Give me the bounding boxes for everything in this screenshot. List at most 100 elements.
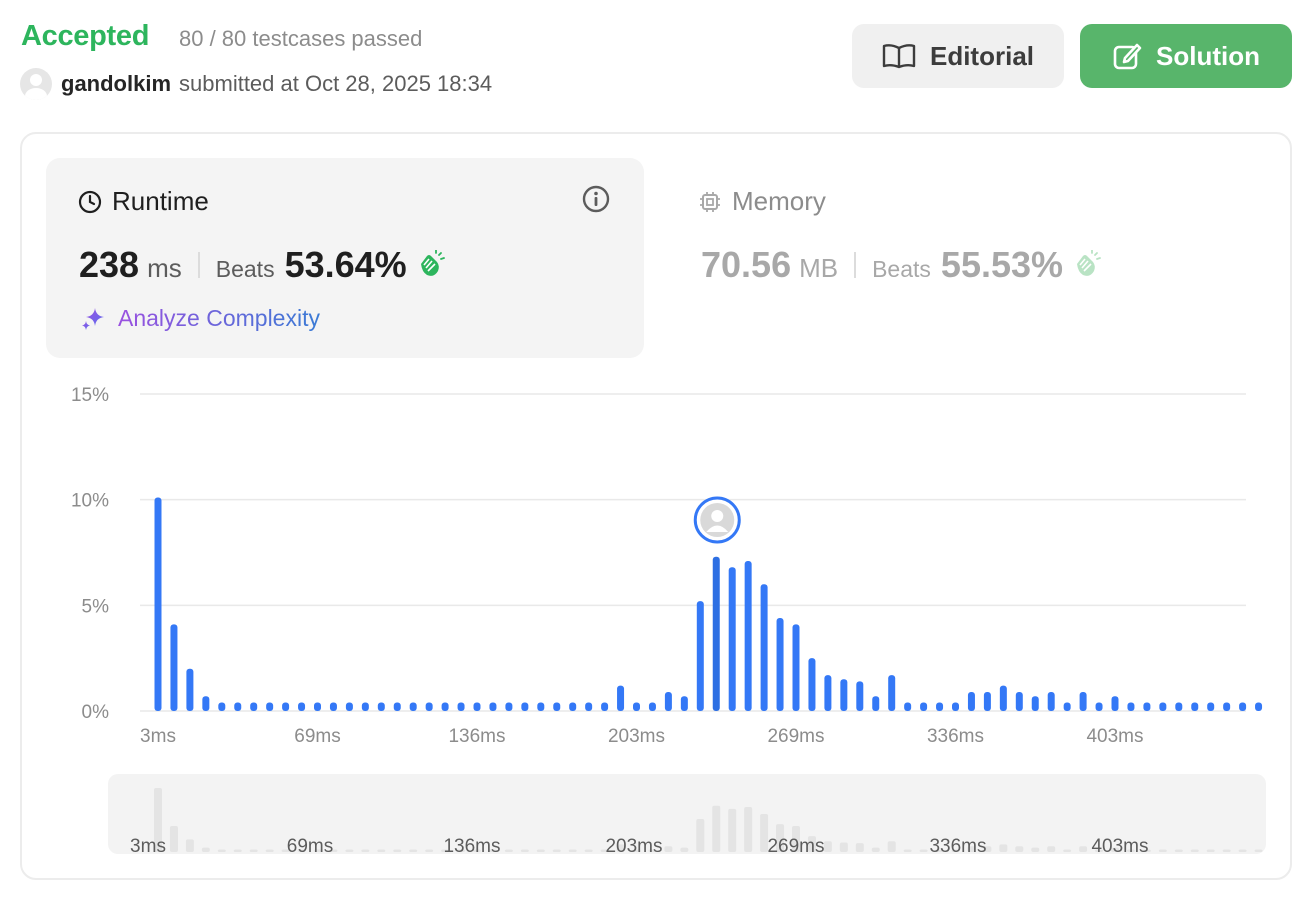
mini-bar (568, 849, 577, 852)
mini-bar (425, 849, 434, 852)
runtime-bar[interactable] (569, 702, 577, 711)
runtime-bar[interactable] (1111, 696, 1119, 711)
runtime-bar[interactable] (585, 702, 593, 711)
runtime-bar[interactable] (776, 618, 784, 711)
mini-bar (520, 849, 529, 852)
runtime-bar[interactable] (521, 702, 529, 711)
mini-bar (1254, 849, 1263, 852)
runtime-bar[interactable] (872, 696, 880, 711)
y-tick-label: 15% (71, 385, 109, 406)
mini-bar (696, 819, 705, 852)
runtime-bar[interactable] (314, 702, 321, 711)
mini-bar (1222, 849, 1231, 852)
runtime-bar[interactable] (696, 601, 704, 711)
runtime-bar[interactable] (202, 696, 210, 711)
runtime-bar[interactable] (840, 679, 848, 711)
runtime-bar[interactable] (999, 685, 1007, 711)
runtime-bar[interactable] (425, 702, 433, 711)
runtime-bar[interactable] (664, 691, 672, 711)
runtime-distribution-chart[interactable]: 0% 5% 10% 15% 3ms 69ms 136ms 203ms 269ms 336ms 40… (0, 0, 1312, 902)
runtime-bar[interactable] (1191, 702, 1199, 711)
runtime-bar[interactable] (1047, 691, 1055, 711)
runtime-bar[interactable] (856, 681, 864, 711)
mini-bar (536, 849, 545, 852)
mini-x-tick-label: 203ms (605, 836, 662, 857)
runtime-bar[interactable] (760, 584, 768, 711)
runtime-bar[interactable] (537, 702, 545, 711)
x-tick-label: 3ms (140, 726, 176, 747)
runtime-bar[interactable] (1159, 702, 1167, 711)
x-tick-label: 336ms (927, 726, 984, 747)
user-position-marker[interactable] (693, 496, 741, 544)
runtime-bar[interactable] (744, 560, 752, 711)
runtime-bar[interactable] (393, 702, 401, 711)
x-tick-label: 269ms (767, 726, 824, 747)
runtime-bar[interactable] (1031, 696, 1039, 711)
mini-bar (169, 826, 178, 852)
runtime-bar[interactable] (473, 702, 481, 711)
runtime-bar[interactable] (680, 696, 688, 711)
runtime-bar[interactable] (936, 702, 944, 711)
y-tick-label: 5% (82, 596, 110, 617)
runtime-bar[interactable] (601, 702, 609, 711)
mini-bar (1079, 846, 1088, 852)
runtime-bar[interactable] (633, 702, 640, 711)
runtime-bar[interactable] (1175, 702, 1183, 711)
runtime-bar[interactable] (983, 691, 991, 711)
mini-bar (887, 841, 896, 852)
runtime-bar[interactable] (1207, 702, 1215, 711)
x-tick-label: 403ms (1086, 726, 1143, 747)
runtime-bar[interactable] (154, 497, 162, 711)
runtime-bar[interactable] (329, 702, 337, 711)
runtime-bar[interactable] (489, 702, 497, 711)
runtime-bar[interactable] (1095, 702, 1103, 711)
runtime-bar[interactable] (1015, 691, 1023, 711)
runtime-bar[interactable] (234, 702, 242, 711)
runtime-bar[interactable] (648, 702, 656, 711)
mini-bar (999, 844, 1008, 852)
runtime-bar[interactable] (792, 624, 800, 711)
runtime-bar[interactable] (441, 702, 449, 711)
runtime-bar[interactable] (377, 702, 385, 711)
runtime-bar[interactable] (345, 702, 353, 711)
runtime-bar[interactable] (904, 702, 912, 711)
runtime-bar[interactable] (617, 685, 625, 711)
runtime-bar[interactable] (1079, 691, 1087, 711)
runtime-bar[interactable] (457, 702, 465, 711)
runtime-bar[interactable] (728, 567, 736, 711)
mini-bar (409, 849, 418, 852)
runtime-bar[interactable] (266, 702, 274, 711)
mini-bar (728, 808, 737, 852)
runtime-bar[interactable] (808, 658, 816, 711)
runtime-bar[interactable] (824, 675, 832, 711)
x-tick-label: 203ms (608, 726, 665, 747)
runtime-bar[interactable] (1143, 702, 1151, 711)
runtime-bar[interactable] (170, 624, 178, 711)
mini-x-tick-label: 403ms (1091, 836, 1148, 857)
runtime-bar[interactable] (920, 702, 928, 711)
runtime-bar[interactable] (218, 702, 226, 711)
runtime-bar[interactable] (1255, 702, 1263, 711)
runtime-bar[interactable] (1223, 702, 1231, 711)
runtime-bar[interactable] (298, 702, 306, 711)
runtime-bar[interactable] (967, 691, 975, 711)
mini-bar (871, 847, 880, 852)
runtime-bar[interactable] (282, 702, 290, 711)
mini-bar (393, 849, 402, 852)
runtime-bar[interactable] (1063, 702, 1071, 711)
mini-bar (664, 846, 673, 852)
runtime-bar[interactable] (1239, 702, 1247, 711)
runtime-bar[interactable] (952, 702, 959, 711)
mini-x-tick-label: 269ms (767, 836, 824, 857)
runtime-bar[interactable] (505, 702, 513, 711)
runtime-bar[interactable] (361, 702, 369, 711)
runtime-bar[interactable] (186, 668, 194, 711)
runtime-bar[interactable] (409, 702, 417, 711)
runtime-bar[interactable] (712, 556, 720, 711)
runtime-bar[interactable] (250, 702, 258, 711)
runtime-bar[interactable] (1127, 702, 1135, 711)
runtime-bar[interactable] (553, 702, 561, 711)
mini-bar (504, 849, 513, 852)
runtime-bar[interactable] (888, 675, 896, 711)
mini-bar (1047, 846, 1056, 852)
